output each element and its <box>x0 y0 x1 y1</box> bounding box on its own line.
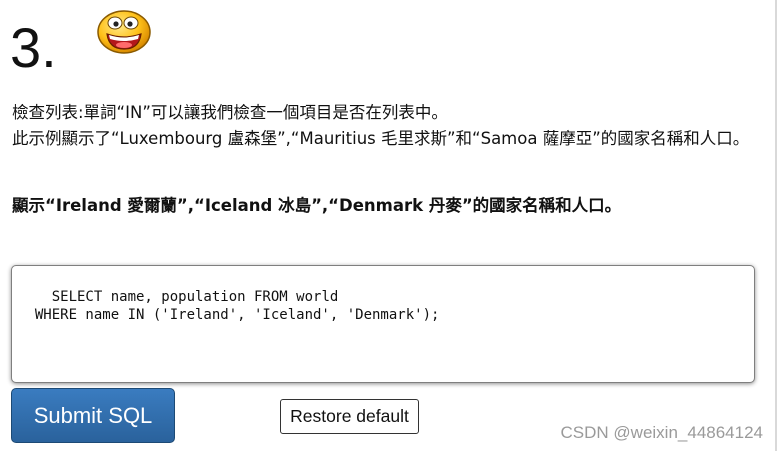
description-line-2: 此示例顯示了“Luxembourg 盧森堡”,“Mauritius 毛里求斯”和… <box>12 129 750 148</box>
question-number: 3. <box>10 16 57 79</box>
restore-default-button[interactable]: Restore default <box>280 399 419 434</box>
smiley-face-icon <box>97 9 153 55</box>
task-instruction: 顯示“Ireland 愛爾蘭”,“Iceland 冰島”,“Denmark 丹麥… <box>12 196 622 215</box>
sql-code[interactable]: SELECT name, population FROM world WHERE… <box>18 289 440 323</box>
description-line-1: 檢查列表:單詞“IN”可以讓我們檢查一個項目是否在列表中。 <box>12 103 448 122</box>
exercise-description: 檢查列表:單詞“IN”可以讓我們檢查一個項目是否在列表中。 此示例顯示了“Lux… <box>12 100 757 152</box>
submit-sql-button[interactable]: Submit SQL <box>11 388 175 443</box>
watermark-text: CSDN @weixin_44864124 <box>560 423 763 442</box>
resize-handle-icon[interactable] <box>741 369 751 379</box>
sql-editor[interactable]: SELECT name, population FROM world WHERE… <box>11 265 755 383</box>
sql-exercise-page: 3. 檢查列表:單詞“IN”可以讓我們檢查一個項目是否在列表中。 此示例顯示了“… <box>0 0 777 451</box>
